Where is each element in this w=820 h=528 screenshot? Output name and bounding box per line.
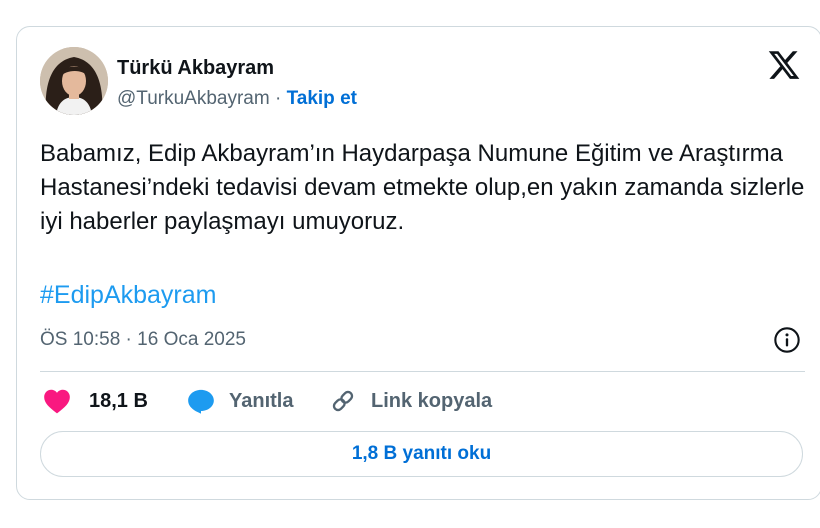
tweet-text: Babamız, Edip Akbayram’ın Haydarpaşa Num…	[40, 140, 805, 235]
avatar-photo	[40, 47, 108, 115]
like-count: 18,1 B	[89, 389, 148, 412]
author-name[interactable]: Türkü Akbayram	[117, 57, 274, 80]
read-replies-button[interactable]: 1,8 B yanıtı oku	[40, 431, 803, 477]
read-replies-label: 1,8 B yanıtı oku	[351, 443, 492, 464]
reply-button[interactable]: Yanıtla	[187, 385, 293, 417]
divider	[40, 371, 805, 372]
copy-link-button[interactable]: Link kopyala	[329, 385, 492, 417]
like-button[interactable]: 18,1 B	[43, 385, 148, 417]
heart-icon	[44, 389, 70, 414]
link-icon	[332, 390, 354, 412]
author-handle-row: @TurkuAkbayram · Takip et	[117, 88, 357, 110]
x-logo-icon[interactable]	[767, 48, 801, 82]
reply-label: Yanıtla	[229, 389, 294, 412]
info-icon[interactable]	[773, 326, 801, 354]
reply-bubble-icon	[188, 389, 214, 414]
author-handle[interactable]: @TurkuAkbayram	[117, 88, 270, 109]
avatar[interactable]	[40, 47, 108, 115]
hashtag-link[interactable]: #EdipAkbayram	[40, 281, 216, 310]
handle-separator: ·	[269, 88, 287, 109]
tweet-timestamp[interactable]: ÖS 10:58 · 16 Oca 2025	[40, 329, 246, 351]
tweet-embed-card: Türkü Akbayram @TurkuAkbayram · Takip et…	[16, 26, 820, 500]
copy-link-label: Link kopyala	[371, 389, 493, 412]
follow-button[interactable]: Takip et	[287, 88, 357, 109]
